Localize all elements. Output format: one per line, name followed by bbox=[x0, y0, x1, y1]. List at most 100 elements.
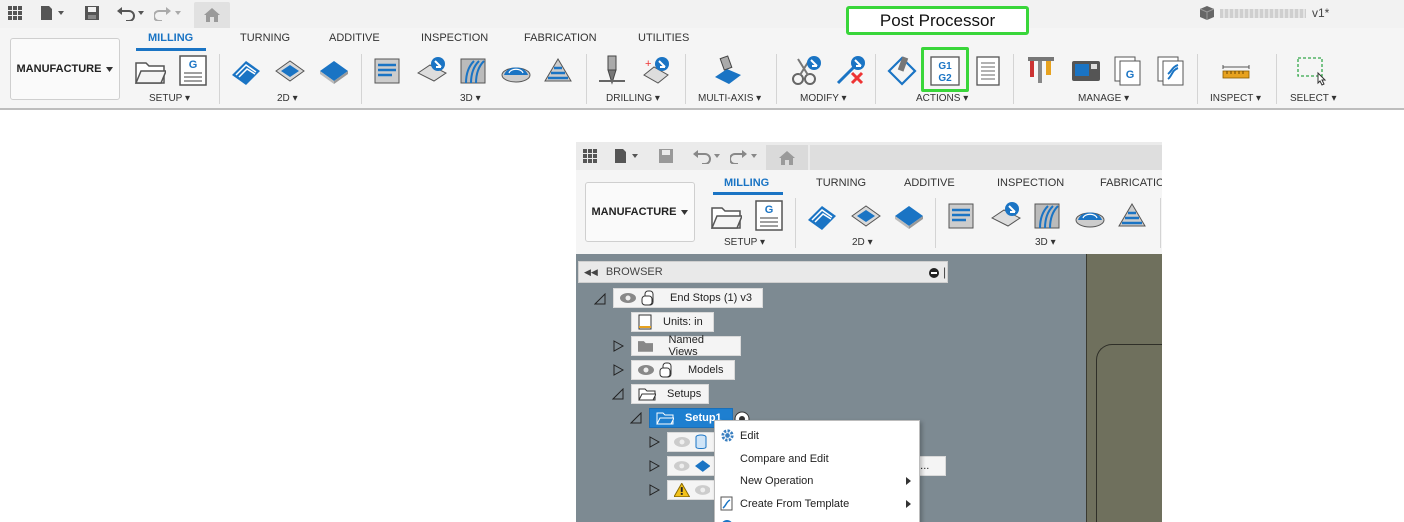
collapse-triangle-icon[interactable] bbox=[612, 388, 624, 400]
template-library-icon[interactable] bbox=[1156, 55, 1188, 87]
group-2d[interactable]: 2D ▾ bbox=[852, 237, 873, 248]
group-inspect[interactable]: INSPECT ▾ bbox=[1210, 93, 1261, 104]
expand-triangle-icon[interactable] bbox=[648, 484, 660, 496]
browser-stock-node[interactable] bbox=[667, 432, 717, 452]
group-drilling[interactable]: DRILLING ▾ bbox=[606, 93, 660, 104]
expand-triangle-icon[interactable] bbox=[648, 436, 660, 448]
machine-library-icon[interactable] bbox=[1070, 55, 1102, 87]
group-actions[interactable]: ACTIONS ▾ bbox=[916, 93, 968, 104]
flow-icon[interactable] bbox=[458, 55, 490, 87]
nc-program-icon[interactable]: G bbox=[754, 200, 786, 232]
nc-program-icon[interactable]: G bbox=[178, 55, 210, 87]
group-2d[interactable]: 2D ▾ bbox=[277, 93, 298, 104]
setup-sheet-icon[interactable] bbox=[972, 55, 1004, 87]
grid-menu-icon[interactable] bbox=[8, 5, 22, 21]
3d-pocket-icon[interactable] bbox=[990, 200, 1022, 232]
measure-icon[interactable] bbox=[1220, 55, 1252, 87]
expand-triangle-icon[interactable] bbox=[648, 460, 660, 472]
3d-pocket-icon[interactable] bbox=[416, 55, 448, 87]
redo-icon[interactable] bbox=[154, 5, 184, 21]
context-menu-item-compare-and-edit[interactable]: Compare and Edit bbox=[715, 448, 919, 470]
2d-pocket-icon[interactable] bbox=[274, 55, 306, 87]
delete-toolpath-icon[interactable] bbox=[834, 55, 866, 87]
workspace-switcher[interactable]: MANUFACTURE bbox=[585, 182, 695, 242]
redo-icon[interactable] bbox=[730, 148, 760, 164]
eye-icon[interactable] bbox=[638, 365, 654, 375]
tab-milling[interactable]: MILLING bbox=[724, 177, 769, 189]
setup-folder-icon[interactable] bbox=[134, 55, 166, 87]
post-library-icon[interactable]: G bbox=[1113, 55, 1145, 87]
browser-models-node[interactable]: Models bbox=[631, 360, 735, 380]
group-setup[interactable]: SETUP ▾ bbox=[149, 93, 190, 104]
contour-icon[interactable] bbox=[1074, 200, 1106, 232]
tool-library-icon[interactable] bbox=[1026, 55, 1058, 87]
eye-icon[interactable] bbox=[620, 293, 636, 303]
flow-icon[interactable] bbox=[1032, 200, 1064, 232]
context-menu-item-create-from-template[interactable]: Create From Template bbox=[715, 493, 919, 515]
expand-triangle-icon[interactable] bbox=[612, 340, 624, 352]
2d-adaptive-icon[interactable] bbox=[230, 55, 262, 87]
tab-milling[interactable]: MILLING bbox=[148, 32, 193, 44]
group-multi-axis[interactable]: MULTI-AXIS ▾ bbox=[698, 93, 761, 104]
group-select[interactable]: SELECT ▾ bbox=[1290, 93, 1337, 104]
hole-recognition-icon[interactable]: + bbox=[640, 55, 672, 87]
window-select-icon[interactable] bbox=[1296, 55, 1328, 87]
home-button[interactable] bbox=[194, 2, 230, 28]
face-icon[interactable] bbox=[893, 200, 925, 232]
group-modify[interactable]: MODIFY ▾ bbox=[800, 93, 847, 104]
save-icon[interactable] bbox=[658, 148, 674, 164]
context-menu-item-new-operation[interactable]: New Operation bbox=[715, 470, 919, 492]
undo-icon[interactable] bbox=[692, 148, 722, 164]
2d-pocket-icon[interactable] bbox=[850, 200, 882, 232]
setup-folder-icon[interactable] bbox=[710, 200, 742, 232]
multi-axis-icon[interactable] bbox=[712, 55, 744, 87]
file-menu-icon[interactable] bbox=[40, 5, 66, 21]
eye-icon[interactable] bbox=[674, 437, 690, 447]
browser-face-node[interactable] bbox=[667, 456, 717, 476]
grid-menu-icon[interactable] bbox=[583, 149, 597, 163]
drill-icon[interactable] bbox=[596, 55, 628, 87]
save-icon[interactable] bbox=[84, 5, 100, 21]
group-setup[interactable]: SETUP ▾ bbox=[724, 237, 765, 248]
face-icon[interactable] bbox=[318, 55, 350, 87]
browser-warning-node[interactable] bbox=[667, 480, 717, 500]
tab-turning[interactable]: TURNING bbox=[240, 32, 290, 44]
modify-scissors-icon[interactable] bbox=[790, 55, 822, 87]
group-3d[interactable]: 3D ▾ bbox=[460, 93, 481, 104]
browser-named-views-node[interactable]: Named Views bbox=[631, 334, 741, 358]
eye-icon[interactable] bbox=[694, 485, 711, 495]
tab-additive[interactable]: ADDITIVE bbox=[329, 32, 380, 44]
3d-adaptive-icon[interactable] bbox=[372, 55, 404, 87]
tab-fabrication[interactable]: FABRICATION bbox=[1100, 177, 1162, 189]
eye-icon[interactable] bbox=[674, 461, 690, 471]
tab-turning[interactable]: TURNING bbox=[816, 177, 866, 189]
tab-inspection[interactable]: INSPECTION bbox=[997, 177, 1064, 189]
collapse-triangle-icon[interactable] bbox=[594, 293, 606, 305]
contour-icon[interactable] bbox=[500, 55, 532, 87]
tab-additive[interactable]: ADDITIVE bbox=[904, 177, 955, 189]
browser-title: BROWSER bbox=[605, 266, 663, 278]
3d-adaptive-icon[interactable] bbox=[946, 200, 978, 232]
group-3d[interactable]: 3D ▾ bbox=[1035, 237, 1056, 248]
workspace-switcher[interactable]: MANUFACTURE bbox=[10, 38, 120, 100]
scallop-icon[interactable] bbox=[542, 55, 574, 87]
simulate-icon[interactable] bbox=[886, 55, 918, 87]
undo-icon[interactable] bbox=[116, 5, 146, 21]
tab-utilities[interactable]: UTILITIES bbox=[638, 32, 689, 44]
browser-units-node[interactable]: Units: in bbox=[631, 312, 714, 332]
context-menu-item-edit[interactable]: Edit bbox=[715, 425, 919, 447]
browser-pin-icon[interactable]: | bbox=[943, 265, 946, 279]
tab-inspection[interactable]: INSPECTION bbox=[421, 32, 488, 44]
2d-adaptive-icon[interactable] bbox=[806, 200, 838, 232]
file-menu-icon[interactable] bbox=[614, 148, 640, 164]
collapse-triangle-icon[interactable] bbox=[630, 412, 642, 424]
tab-fabrication[interactable]: FABRICATION bbox=[524, 32, 597, 44]
home-button[interactable] bbox=[766, 145, 808, 170]
scallop-icon[interactable] bbox=[1116, 200, 1148, 232]
collapse-browser-icon[interactable]: ◀◀ bbox=[584, 267, 598, 278]
browser-setups-node[interactable]: Setups bbox=[631, 384, 709, 404]
expand-triangle-icon[interactable] bbox=[612, 364, 624, 376]
minimize-icon[interactable] bbox=[929, 268, 939, 278]
group-manage[interactable]: MANAGE ▾ bbox=[1078, 93, 1129, 104]
browser-root-node[interactable]: End Stops (1) v3 bbox=[613, 288, 763, 308]
